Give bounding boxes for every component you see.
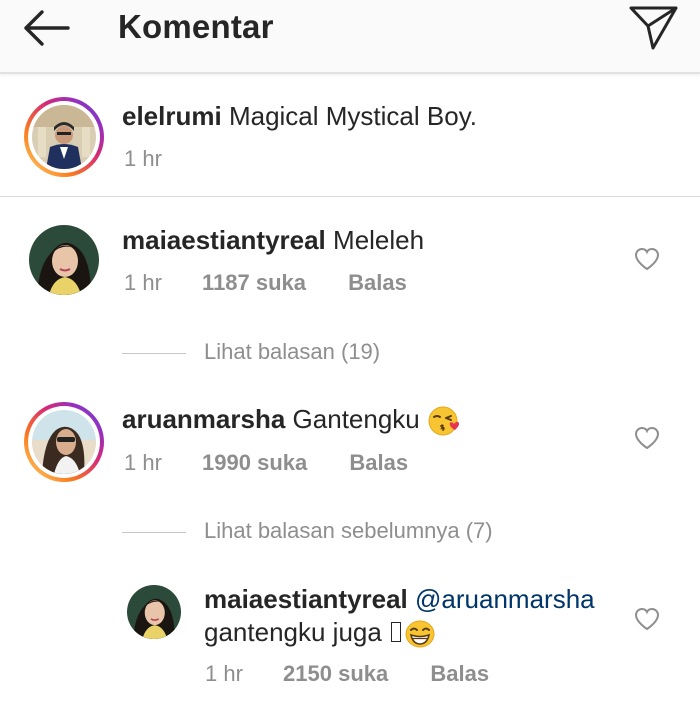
- page-title: Komentar: [118, 8, 274, 45]
- view-replies-label: Lihat balasan sebelumnya (7): [204, 518, 493, 543]
- missing-glyph-icon: [391, 622, 402, 643]
- heart-icon: [634, 247, 660, 271]
- reply-text-line-2: gantengku juga: [204, 617, 435, 648]
- reply-mention[interactable]: @aruanmarsha: [415, 584, 595, 614]
- reply-button[interactable]: Balas: [348, 270, 407, 295]
- comment-likes[interactable]: 1187 suka: [202, 270, 306, 295]
- comment-time: 1 hr: [124, 270, 162, 295]
- comment-avatar[interactable]: [24, 402, 104, 482]
- like-button[interactable]: [634, 247, 660, 271]
- arrow-left-icon: [24, 10, 70, 46]
- reply-body: gantengku juga: [204, 617, 382, 647]
- comment-username[interactable]: aruanmarsha: [122, 404, 285, 434]
- back-button[interactable]: [18, 6, 74, 50]
- divider: [0, 196, 700, 197]
- caption-body: Magical Mystical Boy.: [228, 101, 477, 131]
- avatar: [32, 410, 96, 474]
- reply-button[interactable]: Balas: [349, 450, 408, 475]
- comment-likes[interactable]: 1990 suka: [202, 450, 307, 475]
- divider: [122, 531, 186, 533]
- comment-meta: 1 hr 1187 suka Balas: [124, 270, 407, 296]
- divider: [122, 352, 186, 354]
- caption-text: elelrumi Magical Mystical Boy.: [122, 101, 477, 132]
- avatar: [32, 105, 96, 169]
- reply-time: 1 hr: [205, 661, 243, 686]
- face-blowing-kiss-icon: [428, 406, 459, 436]
- comment-avatar[interactable]: [29, 225, 99, 295]
- comment-meta: 1 hr 1990 suka Balas: [124, 450, 408, 476]
- view-replies-label: Lihat balasan (19): [204, 339, 381, 364]
- view-replies-link[interactable]: Lihat balasan (19): [122, 339, 380, 365]
- comment-username[interactable]: maiaestiantyreal: [122, 225, 326, 255]
- comment-body: Gantengku: [292, 404, 420, 434]
- paper-plane-icon: [629, 6, 678, 50]
- caption-username[interactable]: elelrumi: [122, 101, 222, 131]
- send-button[interactable]: [626, 2, 682, 52]
- heart-icon: [634, 426, 660, 450]
- avatar: [29, 225, 99, 295]
- reply-likes[interactable]: 2150 suka: [283, 661, 388, 686]
- comment-text: aruanmarsha Gantengku: [122, 404, 461, 437]
- reply-meta: 1 hr 2150 suka Balas: [205, 661, 489, 687]
- comment-text: maiaestiantyreal Meleleh: [122, 225, 424, 256]
- avatar: [127, 585, 181, 639]
- heart-icon: [634, 607, 660, 631]
- reply-button[interactable]: Balas: [430, 661, 489, 686]
- view-previous-replies-link[interactable]: Lihat balasan sebelumnya (7): [122, 518, 493, 544]
- comment-time: 1 hr: [124, 450, 162, 475]
- grinning-face-with-smiling-eyes-icon: [405, 620, 435, 648]
- reply-username[interactable]: maiaestiantyreal: [204, 584, 408, 614]
- like-button[interactable]: [634, 426, 660, 450]
- caption-time: 1 hr: [124, 146, 162, 171]
- reply-text-line-1: maiaestiantyreal @aruanmarsha: [204, 584, 595, 615]
- caption-avatar[interactable]: [24, 97, 104, 177]
- header-bar: Komentar: [0, 0, 700, 74]
- reply-avatar[interactable]: [127, 585, 181, 639]
- comment-body: Meleleh: [333, 225, 425, 255]
- like-button[interactable]: [634, 607, 660, 631]
- caption-meta: 1 hr: [124, 146, 162, 172]
